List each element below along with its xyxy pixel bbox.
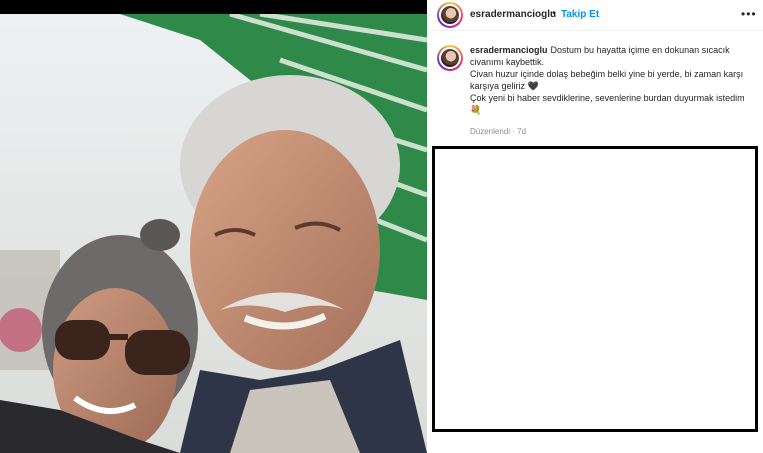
photo-illustration bbox=[0, 11, 427, 453]
photo-top-bar bbox=[0, 0, 427, 14]
post-header: esradermancioglu • Takip Et ••• bbox=[427, 0, 763, 31]
bouquet-icon: 💐 bbox=[470, 105, 482, 115]
post-photo[interactable] bbox=[0, 0, 427, 453]
post-username[interactable]: esradermancioglu bbox=[470, 9, 556, 20]
black-heart-icon: 🖤 bbox=[527, 81, 539, 91]
separator-dot: • bbox=[552, 8, 556, 19]
caption-avatar[interactable] bbox=[437, 45, 463, 71]
follow-button[interactable]: Takip Et bbox=[561, 9, 599, 20]
caption-username[interactable]: esradermancioglu bbox=[470, 45, 548, 55]
profile-avatar[interactable] bbox=[437, 2, 463, 28]
caption-line-2: Civan huzur içinde dolaş bebeğim belki y… bbox=[470, 69, 744, 91]
caption-line-3: Çok yeni bi haber sevdiklerine, sevenler… bbox=[470, 93, 745, 103]
instagram-post-view: esradermancioglu • Takip Et ••• esraderm… bbox=[0, 0, 763, 453]
post-sidebar: esradermancioglu • Takip Et ••• esraderm… bbox=[427, 0, 763, 453]
edited-timestamp: Düzenlendi · 7d bbox=[470, 127, 527, 136]
comments-area bbox=[432, 146, 758, 432]
post-caption: esradermancioglu Dostum bu hayatta içime … bbox=[470, 44, 750, 116]
more-options-icon[interactable]: ••• bbox=[741, 7, 757, 21]
